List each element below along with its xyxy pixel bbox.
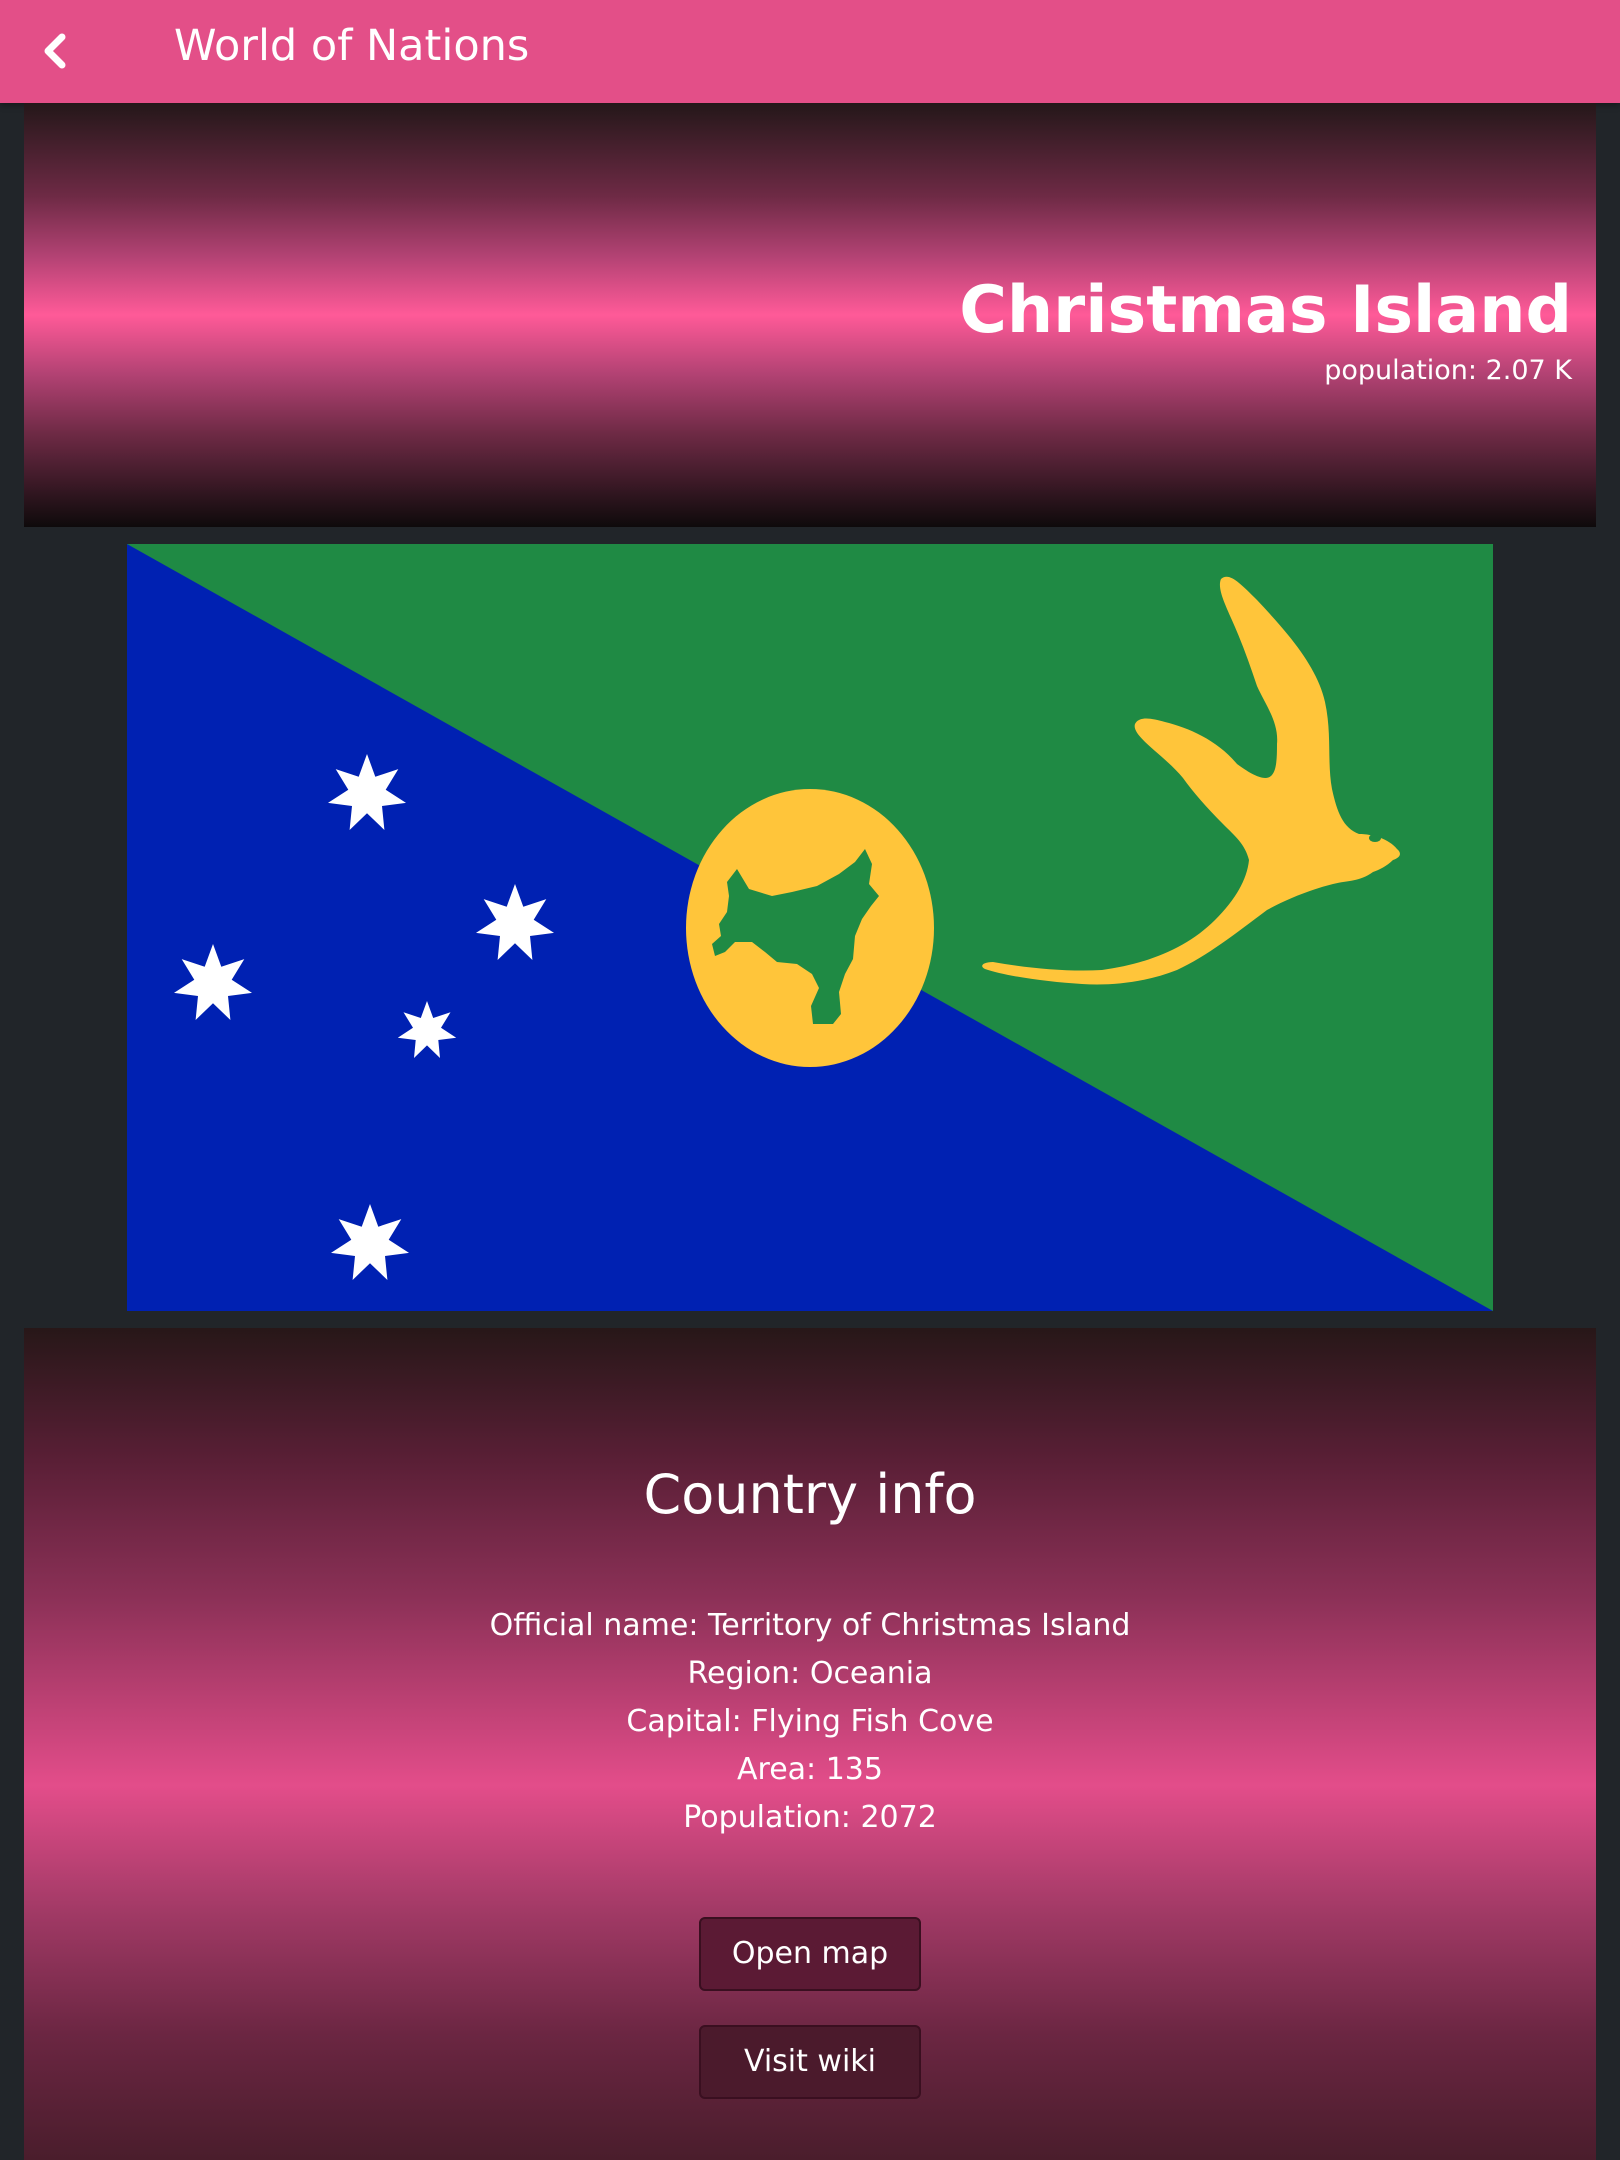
app-title: World of Nations (174, 21, 530, 71)
region: Region: Oceania (687, 1656, 933, 1691)
official-name: Official name: Territory of Christmas Is… (489, 1608, 1131, 1643)
country-name: Christmas Island (959, 273, 1572, 348)
country-facts: Official name: Territory of Christmas Is… (24, 1602, 1596, 1842)
country-info-title: Country info (643, 1463, 977, 1526)
area: Area: 135 (737, 1752, 883, 1787)
visit-wiki-button[interactable]: Visit wiki (699, 2025, 921, 2099)
population: Population: 2072 (683, 1800, 937, 1835)
bird-eye (1369, 834, 1381, 842)
open-map-button[interactable]: Open map (699, 1917, 921, 1991)
country-header: Christmas Island population: 2.07 K (24, 103, 1596, 527)
chevron-left-icon (44, 33, 66, 69)
app-bar: World of Nations (0, 0, 1620, 103)
population-summary: population: 2.07 K (1324, 355, 1572, 386)
capital: Capital: Flying Fish Cove (626, 1704, 994, 1739)
back-button[interactable] (28, 22, 82, 80)
country-flag (127, 544, 1493, 1311)
country-info-panel: Country info Official name: Territory of… (24, 1328, 1596, 2160)
